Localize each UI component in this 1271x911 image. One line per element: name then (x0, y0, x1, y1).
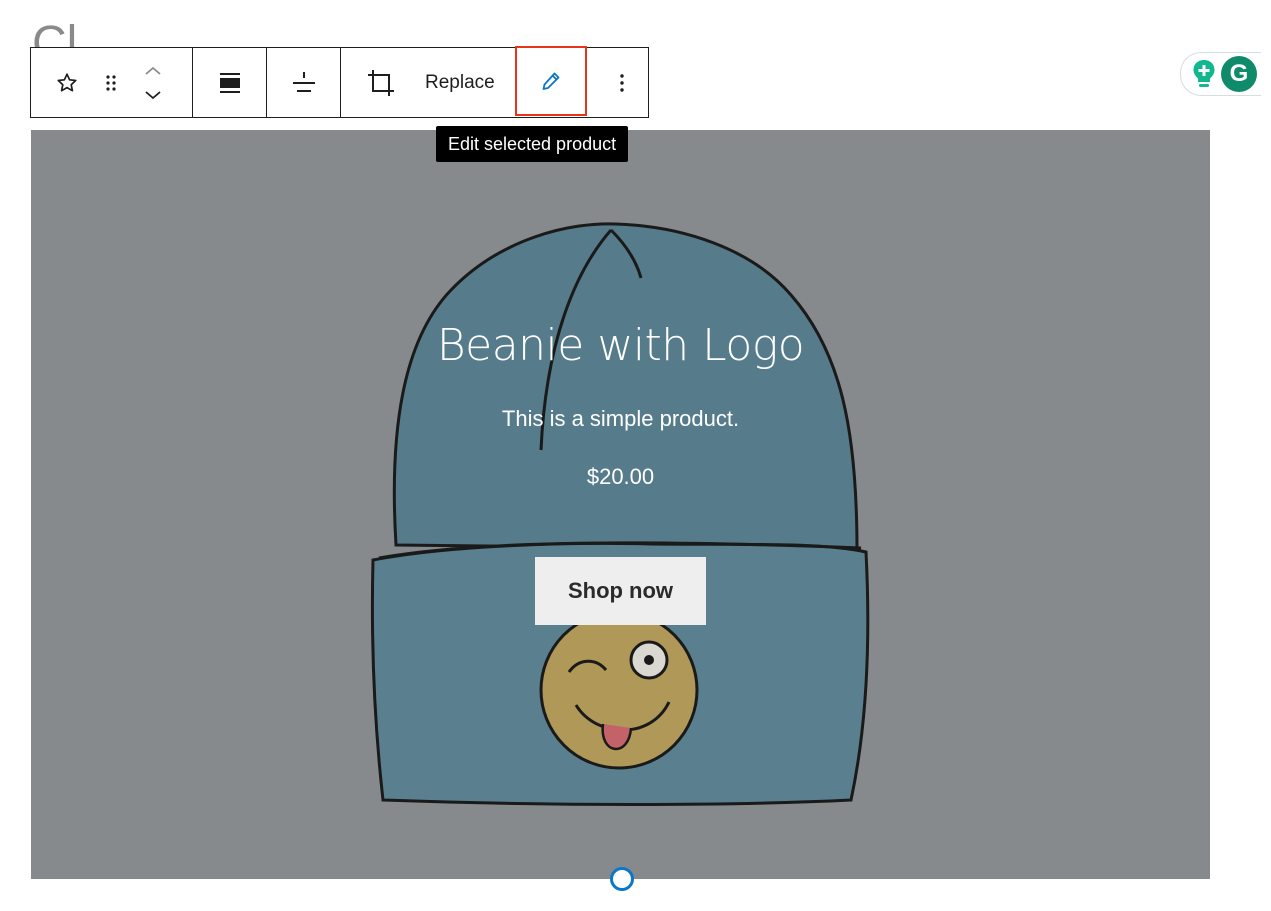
star-icon[interactable] (45, 61, 89, 105)
chevron-up-icon[interactable] (133, 59, 173, 83)
media-group: Replace (341, 46, 648, 117)
block-toolbar: Replace (30, 46, 649, 118)
block-mover (133, 53, 173, 113)
drag-handle-icon[interactable] (89, 61, 133, 105)
more-vertical-icon[interactable] (600, 61, 644, 105)
editor-canvas: Cl Replace Edit selected product Beanie … (0, 0, 1271, 911)
product-price: $20.00 (586, 464, 655, 489)
partially-hidden-heading: Cl (32, 20, 78, 48)
replace-button[interactable]: Replace (425, 72, 495, 94)
alignment-group (267, 48, 341, 117)
block-switcher-group (31, 48, 193, 117)
edit-product-tooltip: Edit selected product (436, 126, 629, 162)
grammarly-logo-letter: G (1229, 60, 1249, 87)
grammarly-logo: G (1221, 56, 1257, 92)
resize-handle[interactable] (610, 867, 634, 891)
lightbulb-plus-icon (1193, 60, 1215, 87)
crop-icon[interactable] (359, 61, 403, 105)
edit-product-highlight (514, 46, 587, 116)
justify-center-icon[interactable] (282, 61, 326, 105)
shop-now-button[interactable]: Shop now (535, 557, 706, 625)
beanie-illustration (370, 222, 870, 806)
chevron-down-icon[interactable] (133, 83, 173, 107)
grammarly-widget[interactable]: G (1180, 52, 1261, 96)
cover-height-group (193, 48, 267, 117)
pencil-icon[interactable] (529, 59, 573, 103)
product-description: This is a simple product. (501, 406, 740, 431)
full-height-icon[interactable] (208, 61, 252, 105)
featured-product-cover[interactable]: Beanie with Logo This is a simple produc… (31, 130, 1210, 879)
product-title: Beanie with Logo (436, 320, 805, 371)
